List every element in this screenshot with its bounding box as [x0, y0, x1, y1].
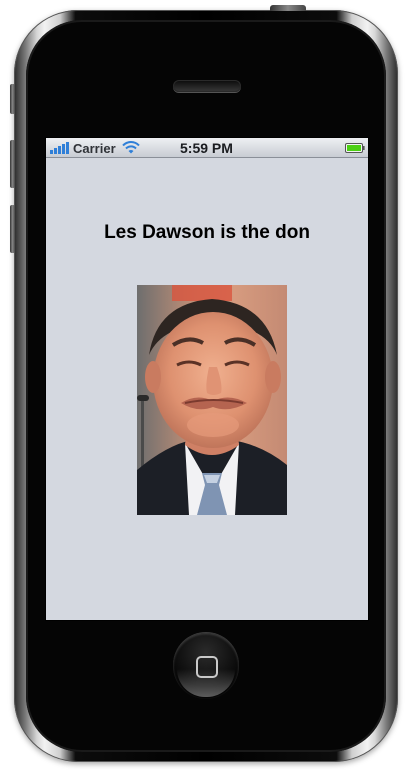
wifi-icon — [122, 141, 140, 154]
screen: Carrier 5:59 PM Les Dawson is the don — [46, 138, 368, 620]
ringer-switch[interactable] — [10, 84, 15, 114]
portrait-image — [137, 285, 287, 515]
headline-text: Les Dawson is the don — [104, 222, 310, 243]
sleep-button[interactable] — [270, 5, 306, 11]
signal-bars-icon — [50, 142, 69, 154]
carrier-label: Carrier — [73, 141, 116, 156]
home-square-icon — [196, 656, 218, 678]
volume-down-button[interactable] — [10, 205, 15, 253]
portrait-photo — [137, 285, 287, 515]
battery-icon — [345, 143, 365, 153]
volume-up-button[interactable] — [10, 140, 15, 188]
status-time: 5:59 PM — [180, 140, 233, 156]
earpiece-speaker — [173, 80, 241, 92]
home-button[interactable] — [173, 633, 239, 699]
status-bar: Carrier 5:59 PM — [46, 138, 368, 158]
